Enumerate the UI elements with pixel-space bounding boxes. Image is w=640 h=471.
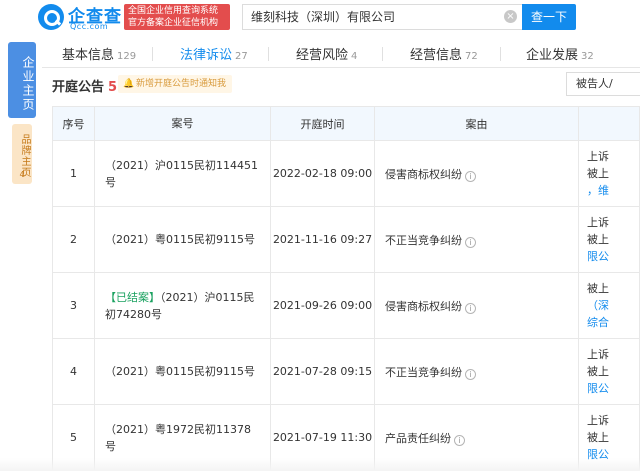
brand-domain: Qcc.com [70,22,109,31]
header-hearing-time: 开庭时间 [270,106,375,141]
party-link[interactable]: 限公 [587,248,639,265]
row-index: 4 [52,338,95,405]
case-number[interactable]: （2021）粤0115民初9115号 [105,233,255,246]
case-cause-text: 不正当竞争纠纷 [385,365,462,379]
search-button[interactable]: 查一下 [522,4,576,30]
tab-count: 32 [581,51,594,62]
sidebar-brand-count: 4 [19,170,25,179]
hearing-time: 2021-09-26 09:00 [270,272,375,339]
parties-cell: 被上 （深 综合 [578,272,640,339]
tab-divider [268,47,269,61]
party-line: 被上 [587,233,609,246]
credit-tag-line1: 全国企业信用查询系统 [128,6,219,16]
tab-count: 72 [465,51,478,62]
hearing-time: 2021-11-16 09:27 [270,206,375,273]
main-tabs: 基本信息 129 法律诉讼 27 经营风险 4 经营信息 72 企业发展 32 [42,38,640,68]
case-cause-text: 侵害商标权纠纷 [385,167,462,181]
hearing-time: 2022-02-18 09:00 [270,140,375,207]
qcc-logo-icon[interactable] [38,4,64,30]
header-case-no: 案号 [94,106,271,141]
case-number[interactable]: （2021）粤1972民初11378号 [105,423,251,453]
tab-count: 4 [351,51,358,62]
header-index: 序号 [52,106,95,141]
case-cause: 不正当竞争纠纷 i [374,206,579,273]
closed-tag: 【已结案】 [105,290,160,304]
case-cause-text: 不正当竞争纠纷 [385,233,462,247]
table-row: 4 （2021）粤0115民初9115号 2021-07-28 09:15 不正… [52,338,640,405]
party-link[interactable]: ，维 [587,182,639,199]
table-row: 2 （2021）粤0115民初9115号 2021-11-16 09:27 不正… [52,206,640,273]
case-number-link[interactable]: （2021）沪0115民初114451号 [94,140,271,207]
header-parties [578,106,640,141]
search-input[interactable]: 维刻科技（深圳）有限公司 [242,4,522,30]
case-cause-text: 产品责任纠纷 [385,431,451,445]
clear-icon[interactable]: × [504,10,517,23]
case-number-link[interactable]: （2021）粤0115民初9115号 [94,206,271,273]
sidebar-company-home[interactable]: 企业主页 [8,42,36,118]
case-cause-text: 侵害商标权纠纷 [385,299,462,313]
case-number-link[interactable]: 【已结案】（2021）沪0115民初74280号 [94,272,271,339]
party-link[interactable]: （深 [587,297,639,314]
party-line: 被上 [587,431,609,444]
tab-label: 经营信息 [410,48,463,63]
party-line: 上诉 [587,216,609,229]
row-index: 2 [52,206,95,273]
case-cause: 不正当竞争纠纷 i [374,338,579,405]
info-icon[interactable]: i [465,170,476,182]
party-line: 被上 [587,365,609,378]
table-row: 1 （2021）沪0115民初114451号 2022-02-18 09:00 … [52,140,640,207]
tab-development[interactable]: 企业发展 32 [526,44,594,63]
tab-label: 法律诉讼 [180,48,233,63]
info-icon[interactable]: i [465,368,476,380]
party-link[interactable]: 限公 [587,380,639,397]
court-announcement-table: 序号 案号 开庭时间 案由 1 （2021）沪0115民初114451号 202… [52,106,640,471]
parties-cell: 上诉 被上 限公 [578,206,640,273]
tab-label: 基本信息 [62,48,115,63]
tab-divider [382,47,383,61]
info-icon[interactable]: i [454,434,465,446]
parties-cell: 上诉被上 ，维 [578,140,640,207]
notify-button[interactable]: 新增开庭公告时通知我 [118,75,233,93]
party-line: 被上 [587,282,609,295]
top-header: 企查查 Qcc.com 全国企业信用查询系统 官方备案企业征信机构 维刻科技（深… [0,0,640,36]
party-line: 上诉 [587,150,609,163]
bottom-fade [0,458,640,471]
tab-business-info[interactable]: 经营信息 72 [410,44,478,63]
party-line: 上诉 [587,348,609,361]
tab-count: 27 [235,51,248,62]
section-count: 5 [108,80,118,95]
info-icon[interactable]: i [465,236,476,248]
row-index: 3 [52,272,95,339]
defendant-filter-dropdown[interactable]: 被告人/ [566,72,640,96]
tab-legal[interactable]: 法律诉讼 27 [180,44,248,63]
case-number-link[interactable]: （2021）粤0115民初9115号 [94,338,271,405]
case-number[interactable]: （2021）沪0115民初114451号 [105,159,258,189]
party-line: 上诉 [587,414,609,427]
header-cause: 案由 [374,106,579,141]
tab-divider [152,47,153,61]
parties-cell: 上诉 被上 限公 [578,338,640,405]
section-title-text: 开庭公告 [52,80,105,95]
row-index: 1 [52,140,95,207]
case-number[interactable]: （2021）粤0115民初9115号 [105,365,255,378]
credit-tag-line2: 官方备案企业征信机构 [128,18,219,28]
tab-basic-info[interactable]: 基本信息 129 [62,44,136,63]
tab-label: 经营风险 [296,48,349,63]
party-line: 被上 [587,167,609,180]
tab-count: 129 [117,51,137,62]
tab-label: 企业发展 [526,48,579,63]
table-header-row: 序号 案号 开庭时间 案由 [52,106,640,141]
case-cause: 侵害商标权纠纷 i [374,272,579,339]
tab-divider [500,47,501,61]
section-title: 开庭公告 5 [52,76,117,95]
case-cause: 侵害商标权纠纷 i [374,140,579,207]
info-icon[interactable]: i [465,302,476,314]
credit-tag: 全国企业信用查询系统 官方备案企业征信机构 [124,4,230,30]
party-link[interactable]: 综合 [587,314,639,331]
hearing-time: 2021-07-28 09:15 [270,338,375,405]
table-row: 3 【已结案】（2021）沪0115民初74280号 2021-09-26 09… [52,272,640,339]
tab-business-risk[interactable]: 经营风险 4 [296,44,357,63]
